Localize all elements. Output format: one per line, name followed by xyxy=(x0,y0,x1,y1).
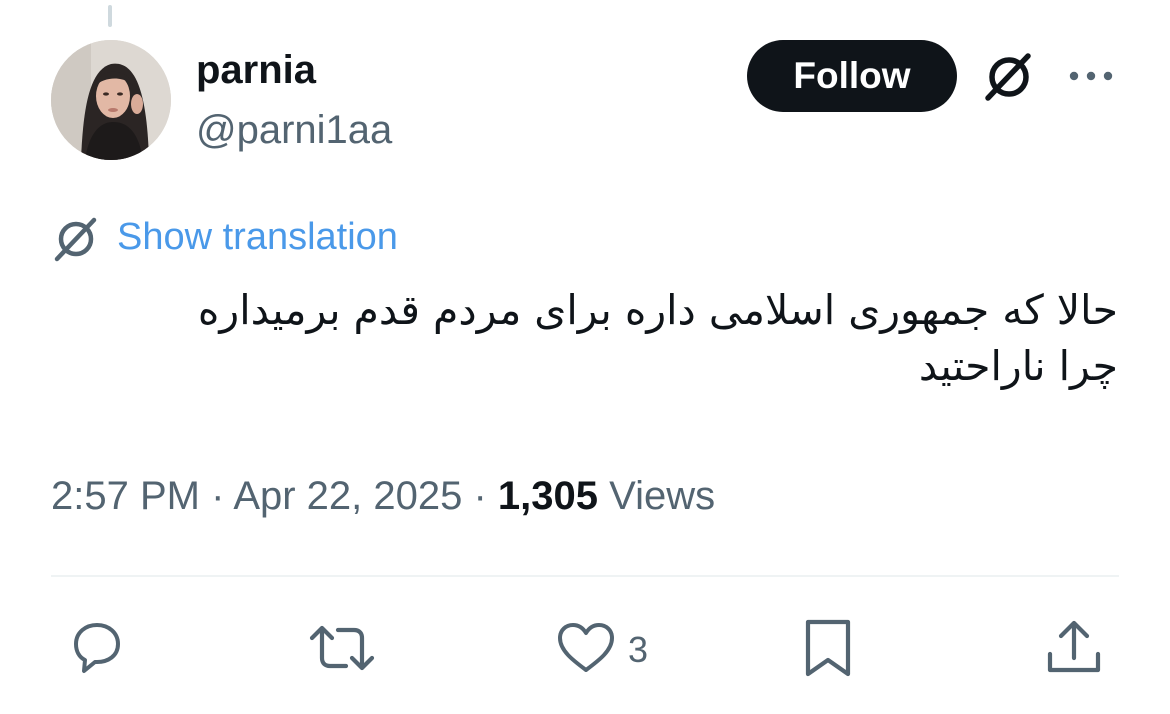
share-button[interactable] xyxy=(1044,616,1104,680)
meta-separator: · xyxy=(462,474,498,518)
tweet-text: حالا که جمهوری اسلامی داره برای مردم قدم… xyxy=(58,282,1118,394)
divider xyxy=(51,575,1119,577)
views-count[interactable]: 1,305 xyxy=(498,474,598,518)
like-count[interactable]: 3 xyxy=(628,628,648,672)
reply-icon xyxy=(74,623,120,673)
display-name[interactable]: parnia xyxy=(196,46,316,94)
show-translation-link[interactable]: Show translation xyxy=(117,214,398,260)
bookmark-button[interactable] xyxy=(800,616,856,680)
share-icon xyxy=(1047,620,1101,673)
follow-button[interactable]: Follow xyxy=(747,40,957,112)
retweet-button[interactable] xyxy=(306,616,378,680)
tweet-date[interactable]: Apr 22, 2025 xyxy=(233,474,462,518)
tweet-meta: 2:57 PM · Apr 22, 2025 · 1,305 Views xyxy=(51,472,715,520)
tweet-text-line-1: حالا که جمهوری اسلامی داره برای مردم قدم… xyxy=(197,286,1118,334)
avatar[interactable] xyxy=(51,40,171,160)
user-handle[interactable]: @parni1aa xyxy=(196,106,392,154)
like-button[interactable] xyxy=(554,616,618,680)
bookmark-icon xyxy=(805,619,851,677)
retweet-icon xyxy=(309,625,375,671)
heart-icon xyxy=(558,623,614,672)
more-options-icon[interactable] xyxy=(1068,68,1114,84)
reply-button[interactable] xyxy=(64,616,128,680)
tweet-text-line-2: چرا ناراحتید xyxy=(918,342,1118,390)
meta-separator: · xyxy=(199,474,234,518)
thread-connector-line xyxy=(108,5,112,27)
grok-translate-icon xyxy=(50,213,102,265)
tweet-time[interactable]: 2:57 PM xyxy=(51,474,200,518)
tweet-page: parnia @parni1aa Follow Show translation… xyxy=(0,0,1170,714)
grok-icon[interactable] xyxy=(980,48,1038,106)
views-label[interactable]: Views xyxy=(598,474,715,518)
